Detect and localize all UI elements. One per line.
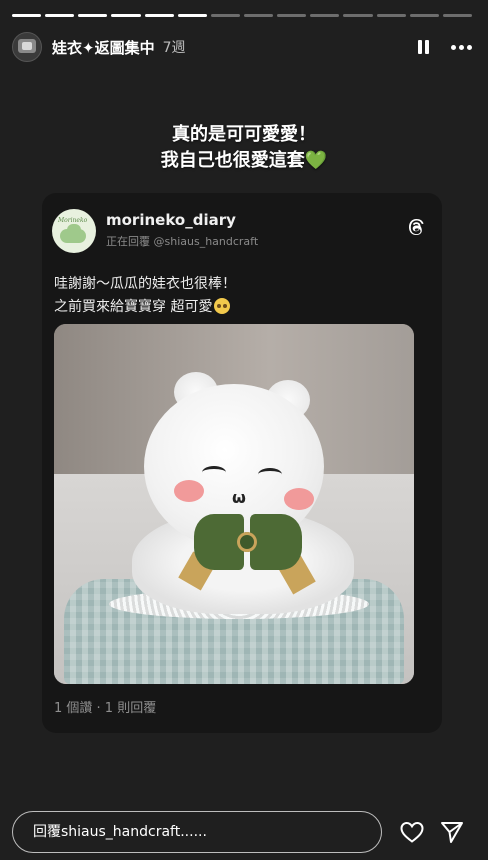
story-username[interactable]: 娃衣✦返圖集中 [52,37,155,58]
heart-outline-icon[interactable] [399,820,425,844]
progress-segment [177,14,207,17]
threads-post-card[interactable]: Morineko morineko_diary 正在回覆 @shiaus_han… [42,193,442,733]
story-header: 娃衣✦返圖集中 7週 [12,30,472,64]
story-timestamp: 7週 [162,40,186,56]
post-author-avatar[interactable]: Morineko [52,209,96,253]
progress-segment [376,14,406,17]
more-horizontal-icon[interactable] [451,44,472,50]
caption-line-2: 我自己也很愛這套💚 [160,150,328,171]
progress-segment [310,14,340,17]
progress-segment [45,14,75,17]
reply-box[interactable] [12,811,382,853]
progress-segment [442,14,472,17]
threads-icon[interactable] [404,215,428,239]
story-progress-bar [12,14,472,17]
progress-segment [409,14,439,17]
progress-segment [277,14,307,17]
post-reply-context: 正在回覆 @shiaus_handcraft [106,235,259,248]
post-text-line-1: 哇謝謝～瓜瓜的娃衣也很棒！ [54,276,236,292]
progress-segment [111,14,141,17]
caption-line-1: 真的是可可愛愛！ [172,124,316,145]
post-stats[interactable]: 1 個讚 · 1 則回覆 [54,697,156,716]
post-text-line-2: 之前買來給寶寶穿 超可愛 [54,296,428,319]
pause-icon[interactable] [415,39,431,55]
post-author-name[interactable]: morineko_diary [106,211,236,229]
progress-segment [210,14,240,17]
green-heart-icon: 💚 [304,150,328,171]
story-caption: 真的是可可愛愛！ 我自己也很愛這套💚 [0,122,488,174]
progress-segment [343,14,373,17]
progress-segment [144,14,174,17]
reply-input[interactable] [33,812,363,852]
pleading-face-icon [214,298,231,314]
progress-segment [12,14,42,17]
profile-avatar[interactable] [12,32,42,62]
post-body: 哇謝謝～瓜瓜的娃衣也很棒！ 之前買來給寶寶穿 超可愛 [54,273,428,319]
post-photo[interactable]: ω [54,324,414,684]
post-header: Morineko morineko_diary 正在回覆 @shiaus_han… [52,209,430,253]
progress-segment [78,14,108,17]
progress-segment [243,14,274,17]
send-icon[interactable] [439,820,465,844]
